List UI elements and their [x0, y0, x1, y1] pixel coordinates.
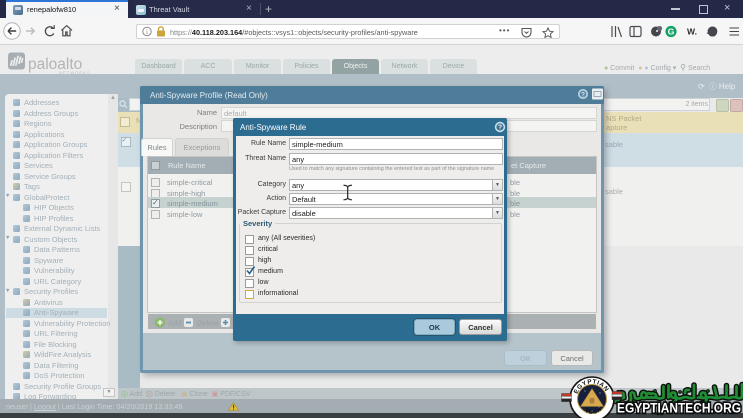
- svg-text:i: i: [146, 28, 148, 36]
- svg-text:EGYPTIANTECH.ORG: EGYPTIANTECH.ORG: [617, 401, 741, 416]
- svg-text:G: G: [668, 27, 675, 37]
- svg-text:Delete: Delete: [197, 318, 219, 327]
- svg-text:Add: Add: [168, 318, 181, 327]
- svg-text:?: ?: [498, 125, 502, 132]
- svg-text:W.: W.: [687, 27, 697, 37]
- svg-text:?: ?: [581, 91, 585, 98]
